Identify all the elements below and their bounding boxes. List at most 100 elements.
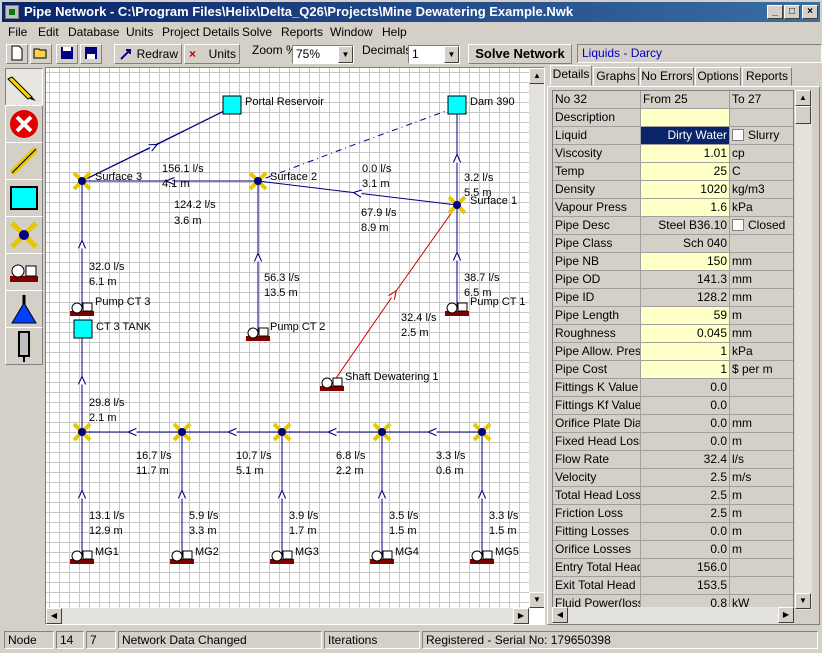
menu-database[interactable]: Database	[68, 25, 119, 39]
property-value[interactable]: 150	[641, 253, 730, 271]
column-tool-button[interactable]	[5, 327, 43, 365]
new-file-button[interactable]	[6, 44, 28, 64]
redraw-button[interactable]: Redraw	[114, 44, 182, 64]
reservoir-ct3-tank[interactable]	[73, 319, 93, 339]
open-file-button[interactable]	[30, 44, 52, 64]
menu-file[interactable]: File	[8, 25, 27, 39]
property-value[interactable]: 1.01	[641, 145, 730, 163]
tab-reports[interactable]: Reports	[742, 67, 792, 86]
property-value[interactable]: 0.0	[641, 415, 730, 433]
property-value[interactable]: 25	[641, 163, 730, 181]
property-value[interactable]: 0.0	[641, 379, 730, 397]
pipe-head-label: 3.1 m	[362, 178, 390, 190]
pipe-tool-button[interactable]	[5, 142, 43, 180]
scroll-thumb[interactable]	[795, 106, 811, 124]
property-value[interactable]: 0.0	[641, 541, 730, 559]
property-value[interactable]: 2.5	[641, 487, 730, 505]
scroll-left-icon[interactable]: ◀	[552, 607, 568, 623]
menu-solve[interactable]: Solve	[242, 25, 272, 39]
checkbox-icon[interactable]	[732, 219, 744, 231]
property-value[interactable]: 0.0	[641, 523, 730, 541]
grid-row: Pipe OD 141.3 mm	[553, 271, 793, 289]
property-value[interactable]: 0.0	[641, 433, 730, 451]
save-button[interactable]	[56, 44, 78, 64]
tab-details[interactable]: Details	[550, 65, 592, 86]
tab-graphs[interactable]: Graphs	[593, 67, 639, 86]
reservoir-tool-button[interactable]	[5, 179, 43, 217]
minimize-button[interactable]: _	[767, 5, 783, 19]
property-value[interactable]: 156.0	[641, 559, 730, 577]
junction-tool-button[interactable]	[5, 216, 43, 254]
scroll-left-icon[interactable]: ◀	[46, 608, 62, 624]
details-vertical-scrollbar[interactable]: ▲ ▼	[795, 90, 812, 610]
property-value[interactable]: 32.4	[641, 451, 730, 469]
canvas-vertical-scrollbar[interactable]: ▲ ▼	[529, 68, 544, 608]
app-icon[interactable]	[5, 5, 19, 19]
status-mode: Node	[4, 631, 54, 649]
pencil-tool-button[interactable]	[5, 68, 43, 106]
pipe-head-label-selected: 2.5 m	[401, 327, 429, 339]
node-label-surface3: Surface 3	[95, 171, 143, 183]
property-value[interactable]: Dirty Water	[641, 127, 730, 145]
chevron-down-icon[interactable]: ▼	[444, 46, 459, 63]
property-value[interactable]: 0.045	[641, 325, 730, 343]
save-as-button[interactable]	[80, 44, 102, 64]
close-window-button[interactable]: ×	[802, 5, 818, 19]
property-value[interactable]: Steel B36.10	[641, 217, 730, 235]
canvas-horizontal-scrollbar[interactable]: ◀ ▶	[46, 608, 529, 624]
property-value[interactable]: 1020	[641, 181, 730, 199]
pump-shaft[interactable]	[320, 377, 344, 391]
maximize-button[interactable]: □	[784, 5, 800, 19]
tab-no-errors[interactable]: No Errors	[640, 67, 694, 86]
pump-tool-button[interactable]	[5, 253, 43, 291]
property-label: Vapour Press	[553, 199, 641, 217]
pencil-icon	[7, 76, 36, 101]
reservoir-dam[interactable]	[447, 95, 467, 115]
menu-units[interactable]: Units	[126, 25, 153, 39]
property-value[interactable]: 59	[641, 307, 730, 325]
menu-reports[interactable]: Reports	[281, 25, 323, 39]
network-canvas[interactable]: Portal Reservoir Dam 390 Surface 3 Surfa…	[46, 68, 529, 608]
decimals-select[interactable]: 1 ▼	[408, 45, 460, 64]
pipe-shaft-surface1-selected[interactable]	[331, 204, 458, 385]
grid-row: Roughness 0.045 mm	[553, 325, 793, 343]
property-value[interactable]: 128.2	[641, 289, 730, 307]
scroll-down-icon[interactable]: ▼	[529, 592, 544, 608]
property-value[interactable]: 2.5	[641, 505, 730, 523]
scroll-right-icon[interactable]: ▶	[778, 607, 794, 623]
slurry-checkbox[interactable]: Slurry	[730, 127, 793, 145]
pipe-surface1-surface2[interactable]	[257, 180, 458, 206]
scroll-up-icon[interactable]: ▲	[529, 68, 544, 84]
pipe-flow-label-selected: 32.4 l/s	[401, 312, 437, 324]
pipe-flow-label: 32.0 l/s	[89, 261, 125, 273]
property-value[interactable]: 153.5	[641, 577, 730, 595]
solve-network-button[interactable]: Solve Network	[468, 44, 572, 64]
property-value[interactable]: Sch 040	[641, 235, 730, 253]
delete-tool-button[interactable]	[5, 105, 43, 143]
menu-project-details[interactable]: Project Details	[162, 25, 239, 39]
property-value[interactable]	[641, 109, 730, 127]
zoom-select[interactable]: 75% ▼	[292, 45, 354, 64]
scroll-down-icon[interactable]: ▼	[795, 593, 811, 609]
menu-help[interactable]: Help	[382, 25, 407, 39]
property-value[interactable]: 1	[641, 343, 730, 361]
details-horizontal-scrollbar[interactable]: ◀ ▶	[552, 607, 794, 624]
menu-edit[interactable]: Edit	[38, 25, 59, 39]
units-button[interactable]: × Units	[184, 44, 240, 64]
scroll-right-icon[interactable]: ▶	[513, 608, 529, 624]
tab-options[interactable]: Options	[695, 67, 741, 86]
checkbox-icon[interactable]	[732, 129, 744, 141]
property-value[interactable]: 1.6	[641, 199, 730, 217]
property-value[interactable]: 2.5	[641, 469, 730, 487]
valve-tool-button[interactable]	[5, 290, 43, 328]
reservoir-portal[interactable]	[222, 95, 242, 115]
chevron-down-icon[interactable]: ▼	[338, 46, 353, 63]
property-value[interactable]: 0.0	[641, 397, 730, 415]
property-value[interactable]: 1	[641, 361, 730, 379]
property-value[interactable]: 141.3	[641, 271, 730, 289]
scroll-up-icon[interactable]: ▲	[795, 90, 811, 106]
property-unit	[730, 379, 793, 397]
closed-checkbox[interactable]: Closed	[730, 217, 793, 235]
title-bar[interactable]: Pipe Network - C:\Program Files\Helix\De…	[2, 2, 820, 22]
menu-window[interactable]: Window	[330, 25, 373, 39]
